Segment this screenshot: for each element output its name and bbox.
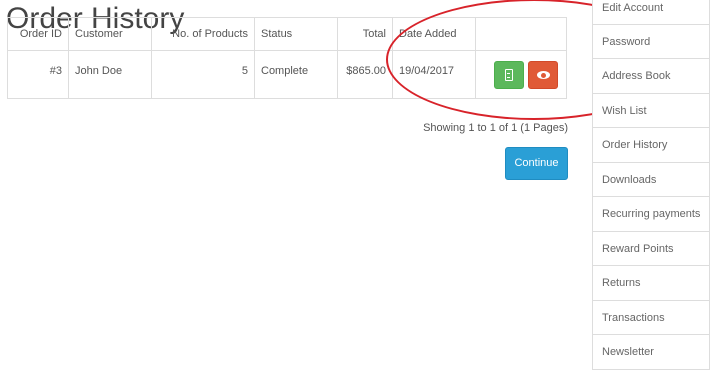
cell-date-added: 19/04/2017 [392, 50, 476, 99]
col-header-date-added: Date Added [392, 17, 476, 51]
sidebar-item-wish-list[interactable]: Wish List [592, 93, 710, 128]
sidebar-item-password[interactable]: Password [592, 24, 710, 59]
table-row: #3 John Doe 5 Complete $865.00 19/04/201… [7, 50, 567, 99]
cell-total: $865.00 [337, 50, 393, 99]
sidebar-item-reward-points[interactable]: Reward Points [592, 231, 710, 266]
pdf-icon [505, 69, 513, 81]
sidebar-item-returns[interactable]: Returns [592, 266, 710, 301]
sidebar-item-downloads[interactable]: Downloads [592, 162, 710, 197]
cell-customer: John Doe [68, 50, 152, 99]
col-header-order-id: Order ID [7, 17, 69, 51]
invoice-button[interactable] [494, 61, 524, 89]
cell-products: 5 [151, 50, 255, 99]
col-header-status: Status [254, 17, 338, 51]
col-header-customer: Customer [68, 17, 152, 51]
sidebar-item-newsletter[interactable]: Newsletter [592, 335, 710, 370]
sidebar-item-recurring-payments[interactable]: Recurring payments [592, 197, 710, 232]
sidebar-item-order-history[interactable]: Order History [592, 128, 710, 163]
col-header-total: Total [337, 17, 393, 51]
orders-table: Order ID Customer No. of Products Status… [7, 17, 567, 99]
table-header-row: Order ID Customer No. of Products Status… [7, 17, 567, 51]
pagination-info: Showing 1 to 1 of 1 (1 Pages) [423, 122, 568, 134]
eye-icon [537, 71, 550, 79]
cell-order-id: #3 [7, 50, 69, 99]
col-header-actions [475, 17, 567, 51]
cell-status: Complete [254, 50, 338, 99]
view-order-button[interactable] [528, 61, 558, 89]
account-sidebar: Edit Account Password Address Book Wish … [592, 0, 710, 370]
continue-button[interactable]: Continue [505, 147, 568, 180]
sidebar-item-transactions[interactable]: Transactions [592, 300, 710, 335]
col-header-products: No. of Products [151, 17, 255, 51]
cell-actions [475, 50, 567, 99]
sidebar-item-address-book[interactable]: Address Book [592, 59, 710, 94]
sidebar-item-edit-account[interactable]: Edit Account [592, 0, 710, 25]
